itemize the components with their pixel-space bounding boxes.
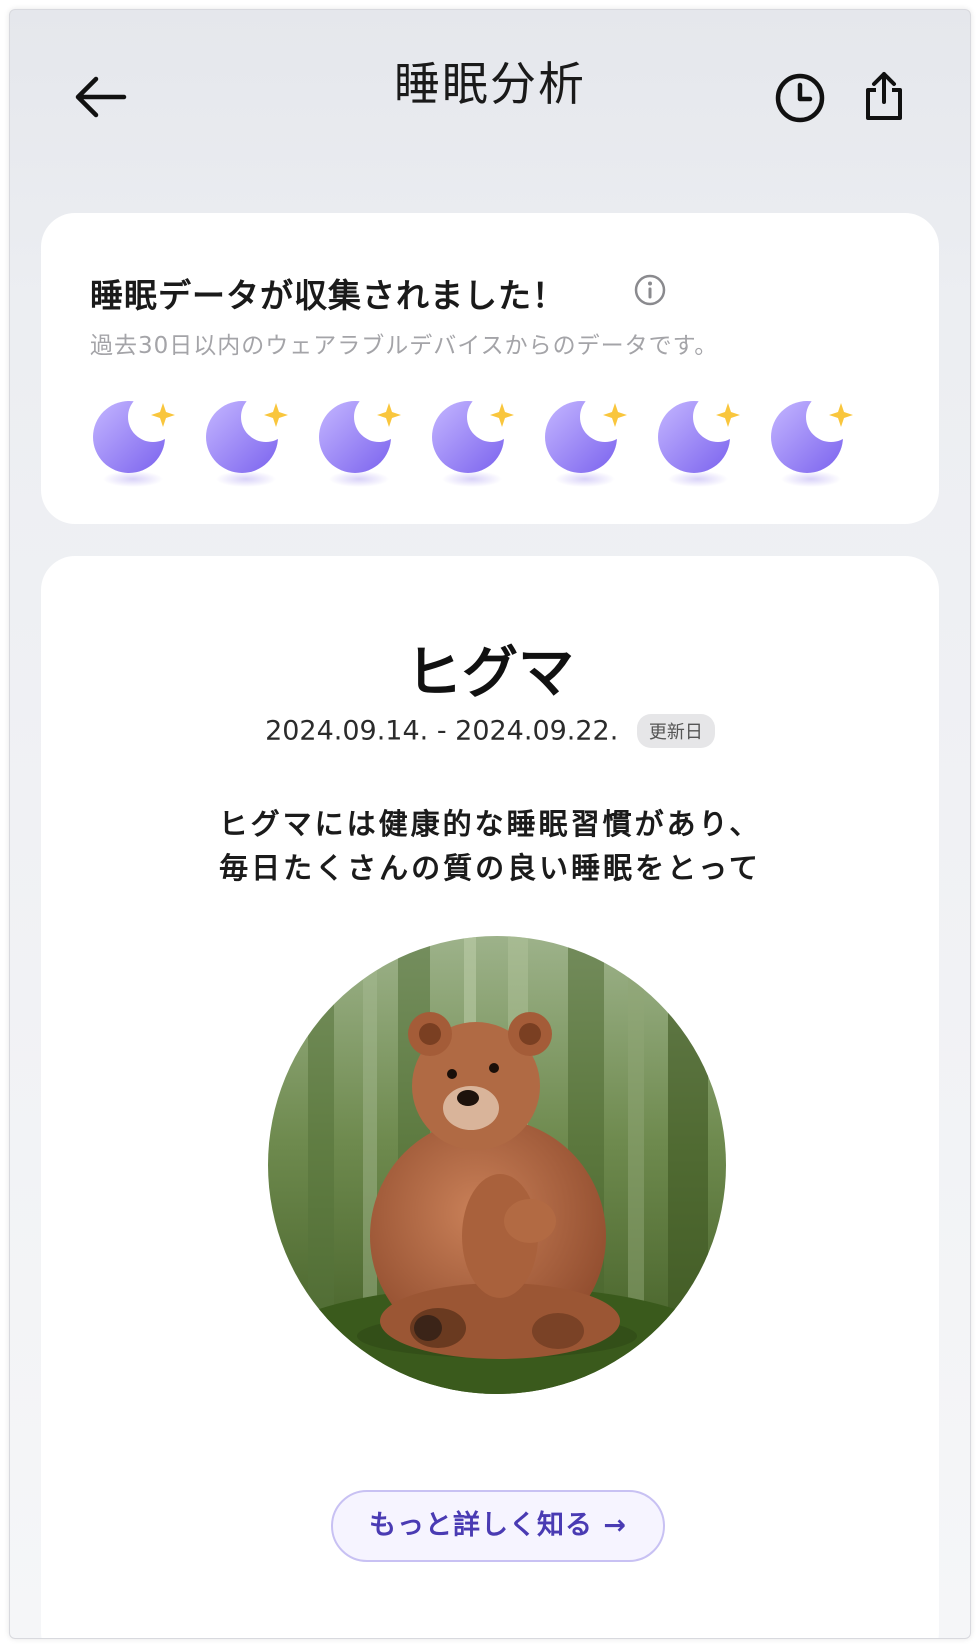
update-badge: 更新日: [636, 714, 715, 748]
moon-star-icon: [89, 395, 185, 491]
moon-star-icon: [654, 395, 750, 491]
moon-star-icon: [315, 395, 411, 491]
date-row: 2024.09.14. - 2024.09.22. 更新日: [41, 714, 939, 748]
moon-star-icon: [428, 395, 524, 491]
collection-title: 睡眠データが収集されました！: [90, 276, 566, 315]
moon-star-icon: [541, 395, 637, 491]
info-icon[interactable]: [633, 273, 667, 307]
moon-star-icon: [767, 395, 863, 491]
data-collection-card: 睡眠データが収集されました！ 過去30日以内のウェアラブルデバイスからのデータで…: [41, 213, 939, 524]
animal-name: ヒグマ: [406, 641, 574, 706]
share-icon: [866, 72, 902, 120]
moon-star-icon: [202, 395, 298, 491]
animal-description: ヒグマには健康的な睡眠習慣があり、 毎日たくさんの質の良い睡眠をとって: [41, 802, 939, 890]
history-button[interactable]: [772, 70, 828, 126]
clock-icon: [775, 73, 825, 123]
description-line-1: ヒグマには健康的な睡眠習慣があり、: [218, 807, 762, 841]
app-frame: 睡眠分析 睡眠データが収集されました！ 過去30日以内のウェアラブルデバイスから…: [9, 9, 971, 1639]
sleep-animal-card: ヒグマ 2024.09.14. - 2024.09.22. 更新日 ヒグマには健…: [41, 556, 939, 1638]
moon-row: [89, 395, 899, 495]
header: 睡眠分析: [10, 10, 970, 170]
bear-illustration: [268, 936, 726, 1394]
collection-subtitle: 過去30日以内のウェアラブルデバイスからのデータです。: [90, 333, 719, 359]
date-range: 2024.09.14. - 2024.09.22.: [265, 715, 619, 747]
description-line-2: 毎日たくさんの質の良い睡眠をとって: [219, 851, 761, 885]
learn-more-button[interactable]: もっと詳しく知る →: [331, 1490, 665, 1562]
share-button[interactable]: [856, 68, 912, 124]
